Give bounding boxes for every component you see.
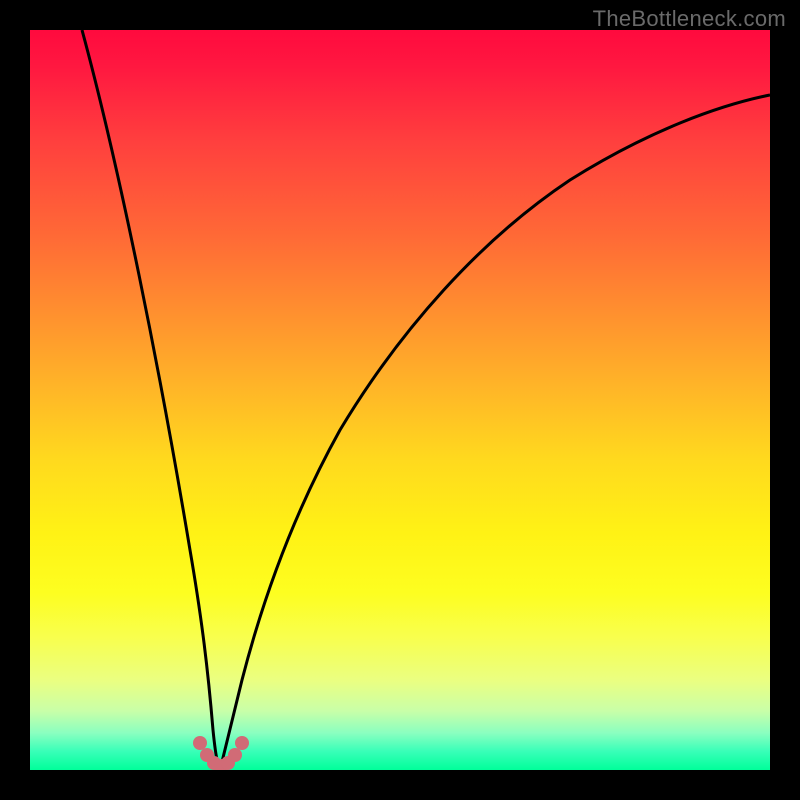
chart-curves (30, 30, 770, 770)
watermark-text: TheBottleneck.com (593, 6, 786, 32)
curve-left (82, 30, 220, 770)
curve-right (220, 95, 770, 770)
marker-cluster (193, 736, 249, 770)
chart-plot-area (30, 30, 770, 770)
